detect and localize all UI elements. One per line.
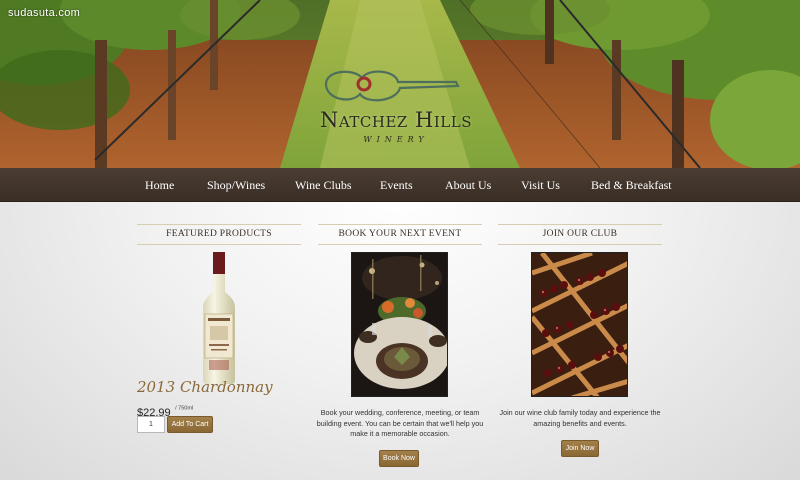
wine-bottle-icon bbox=[203, 252, 235, 384]
club-section: JOIN OUR CLUB Join our wine club family … bbox=[498, 224, 662, 457]
product-name[interactable]: 2013 Chardonnay bbox=[137, 378, 337, 396]
nav-item-visit-us[interactable]: Visit Us bbox=[521, 178, 560, 193]
watermark: sudasuta.com bbox=[8, 7, 81, 19]
brand-name: Natchez Hills bbox=[320, 108, 472, 132]
hero-banner: sudasuta.com Natchez Hills WINERY bbox=[0, 0, 800, 168]
main-nav: Home Shop/Wines Wine Clubs Events About … bbox=[0, 168, 800, 202]
events-heading: BOOK YOUR NEXT EVENT bbox=[318, 224, 482, 245]
quantity-input[interactable]: 1 bbox=[137, 416, 165, 433]
events-description: Book your wedding, conference, meeting, … bbox=[316, 408, 484, 438]
events-section: BOOK YOUR NEXT EVENT Book your wedding, … bbox=[317, 224, 483, 467]
event-table-photo[interactable] bbox=[351, 252, 448, 397]
nav-item-shop-wines[interactable]: Shop/Wines bbox=[207, 178, 265, 193]
featured-products-section: FEATURED PRODUCTS 2013 Chardonnay $22.99… bbox=[137, 224, 301, 433]
nav-item-about-us[interactable]: About Us bbox=[445, 178, 491, 193]
wine-bottle-image[interactable] bbox=[201, 252, 237, 384]
brand-subtitle: WINERY bbox=[363, 135, 429, 144]
join-now-button[interactable]: Join Now bbox=[561, 440, 599, 457]
brand-logo[interactable]: Natchez Hills WINERY bbox=[296, 62, 496, 152]
book-now-button[interactable]: Book Now bbox=[379, 450, 419, 467]
wine-rack-image bbox=[532, 253, 627, 396]
club-heading: JOIN OUR CLUB bbox=[498, 224, 662, 245]
add-to-cart-button[interactable]: Add To Cart bbox=[167, 416, 213, 433]
wine-rack-photo[interactable] bbox=[531, 252, 628, 397]
nav-item-wine-clubs[interactable]: Wine Clubs bbox=[295, 178, 352, 193]
nav-item-bed-breakfast[interactable]: Bed & Breakfast bbox=[591, 178, 672, 193]
event-dinner-image bbox=[352, 253, 447, 396]
nav-item-home[interactable]: Home bbox=[145, 178, 174, 193]
product-price-unit: / 750ml bbox=[175, 405, 194, 412]
club-description: Join our wine club family today and expe… bbox=[499, 408, 661, 428]
featured-products-heading: FEATURED PRODUCTS bbox=[137, 224, 301, 245]
nav-item-events[interactable]: Events bbox=[380, 178, 413, 193]
guitar-logo-icon bbox=[324, 70, 460, 102]
